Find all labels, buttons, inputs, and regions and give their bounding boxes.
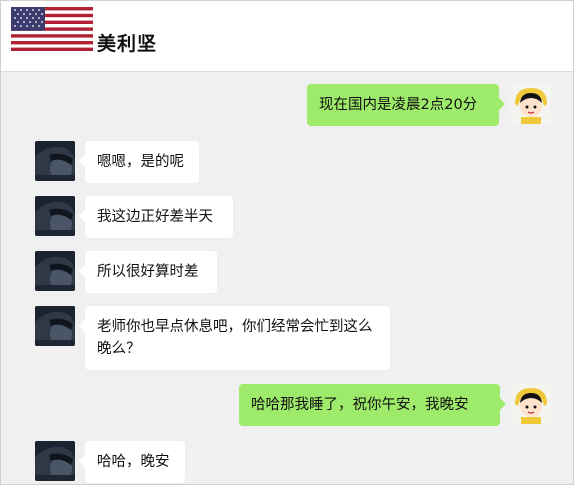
contact-avatar[interactable] — [35, 141, 75, 181]
chat-header: 美利坚 — [1, 1, 573, 72]
message-bubble-outgoing: 现在国内是凌晨2点20分 — [307, 84, 505, 126]
chat-window: 美利坚 现在国内是凌晨2点20分 嗯嗯，是的呢 我这边正好差半天 所以很好算时差… — [0, 0, 574, 485]
message-bubble-incoming: 老师你也早点休息吧，你们经常会忙到这么晚么？ — [79, 306, 390, 370]
message-bubble-incoming: 嗯嗯，是的呢 — [79, 141, 199, 183]
contact-avatar[interactable] — [35, 441, 75, 481]
message-bubble-incoming: 我这边正好差半天 — [79, 196, 233, 238]
contact-avatar[interactable] — [35, 251, 75, 291]
us-flag-icon — [11, 7, 93, 51]
self-avatar[interactable] — [511, 384, 551, 424]
contact-avatar[interactable] — [35, 306, 75, 346]
contact-avatar[interactable] — [35, 196, 75, 236]
message-bubble-outgoing: 哈哈那我睡了，祝你午安，我晚安 — [239, 384, 506, 426]
message-bubble-incoming: 哈哈，晚安 — [79, 441, 185, 483]
message-bubble-incoming: 所以很好算时差 — [79, 251, 217, 293]
self-avatar[interactable] — [511, 84, 551, 124]
chat-title: 美利坚 — [97, 33, 158, 55]
